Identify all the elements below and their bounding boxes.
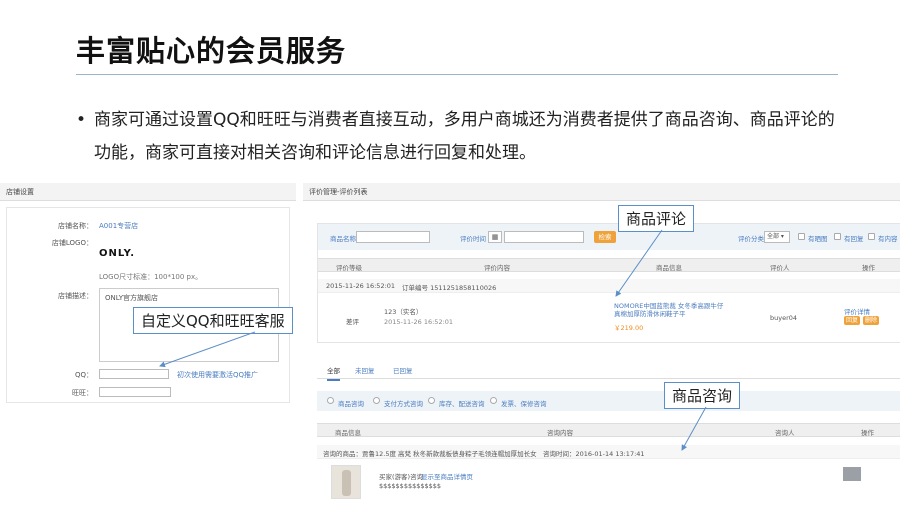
qq-label: QQ：	[74, 371, 93, 379]
review-management-screenshot: 评价管理-评价列表 商品名称 评价时间 ▦ 检索 评价分类 全部 ▾ 有晒图 有…	[303, 183, 900, 506]
tab-unreplied[interactable]: 未回复	[355, 365, 375, 375]
delete-button[interactable]: 删除	[863, 316, 879, 325]
callout-consult: 商品咨询	[664, 382, 741, 409]
logo-size-hint: LOGO尺寸标准：100*100 px。	[99, 273, 203, 281]
radio-consult-product[interactable]	[327, 397, 334, 404]
consult-table-header: 商品信息 咨询内容 咨询人 操作	[317, 423, 900, 437]
shop-logo-label: 店铺LOGO：	[51, 239, 93, 247]
shop-name-label: 店铺名称：	[58, 222, 93, 230]
review-panel: 商品名称 评价时间 ▦ 检索 评价分类 全部 ▾ 有晒图 有回复 有内容 评价等…	[317, 223, 900, 343]
thumbnail-figure	[342, 470, 351, 496]
review-category-value: 全部	[767, 233, 780, 240]
col-reviewer: 评价人	[770, 264, 790, 272]
radio-consult-invoice-label: 发票、保修咨询	[501, 400, 547, 408]
review-row: 差评 123（实名） 2015-11-26 16:52:01 NOMORE中国蓝…	[318, 294, 900, 342]
order-info-row: 2015-11-26 16:52:01 订单编号 151125185811002…	[318, 279, 900, 293]
consult-col-content: 咨询内容	[547, 429, 573, 437]
tab-replied[interactable]: 已回复	[393, 365, 413, 375]
qq-hint-link[interactable]: 初次使用需要激活QQ推广	[177, 370, 258, 380]
col-content: 评价内容	[484, 264, 510, 272]
review-grade: 差评	[346, 318, 359, 326]
wangwang-label: 旺旺：	[72, 389, 93, 397]
review-category-select[interactable]: 全部 ▾	[764, 231, 790, 243]
product-thumbnail[interactable]	[331, 465, 361, 499]
radio-consult-stock-label: 库存、配送咨询	[439, 400, 485, 408]
consult-buyer-link[interactable]: 显示至商品详情页	[421, 471, 473, 481]
shop-settings-header: 店铺设置	[0, 183, 296, 201]
reviewer-name: buyer04	[770, 314, 798, 322]
review-content-time: 2015-11-26 16:52:01	[384, 318, 454, 326]
shop-settings-screenshot: 店铺设置 店铺名称： A001专营店 店铺LOGO： ONLY. LOGO尺寸标…	[0, 183, 296, 408]
opt3-checkbox[interactable]	[868, 233, 875, 240]
calendar-icon[interactable]: ▦	[488, 231, 502, 243]
review-detail-link[interactable]: 评价详情	[844, 306, 870, 316]
shop-logo[interactable]: ONLY.	[99, 248, 135, 259]
opt2-label: 有回复	[844, 235, 864, 243]
review-product-price: ￥219.00	[614, 324, 644, 332]
callout-qq: 自定义QQ和旺旺客服	[133, 307, 293, 334]
title-divider	[76, 74, 838, 75]
consult-col-user: 咨询人	[775, 429, 795, 437]
consult-col-product: 商品信息	[335, 429, 361, 437]
scroll-thumb[interactable]	[843, 467, 861, 481]
opt2-checkbox[interactable]	[834, 233, 841, 240]
product-name-label: 商品名称	[330, 235, 356, 243]
search-button[interactable]: 检索	[594, 231, 616, 243]
opt1-checkbox[interactable]	[798, 233, 805, 240]
review-product-link[interactable]: NOMORE中国蓝熊裁 女冬季高跟牛仔真棉加厚防滑休闲鞋子平	[614, 302, 726, 318]
review-content: 123（实名）	[384, 308, 423, 316]
shop-desc-label: 店铺描述：	[58, 292, 93, 300]
review-time-label: 评价时间	[460, 235, 486, 243]
consult-question: $$$$$$$$$$$$$$$	[379, 482, 442, 490]
product-name-input[interactable]	[356, 231, 430, 243]
col-product: 商品信息	[656, 264, 682, 272]
radio-consult-payment-label: 支付方式咨询	[384, 400, 423, 408]
bullet-point: • 商家可通过设置QQ和旺旺与消费者直接互动，多用户商城还为消费者提供了商品咨询…	[76, 104, 846, 170]
review-time-input[interactable]	[504, 231, 584, 243]
consult-filter-bar: 商品咨询 支付方式咨询 库存、配送咨询 发票、保修咨询	[317, 391, 900, 411]
qq-input[interactable]	[99, 369, 169, 379]
opt1-label: 有晒图	[808, 235, 828, 243]
bullet-text: 商家可通过设置QQ和旺旺与消费者直接互动，多用户商城还为消费者提供了商品咨询、商…	[94, 110, 835, 163]
tab-all[interactable]: 全部	[327, 365, 340, 381]
order-number: 订单编号 1511251858110026	[402, 284, 497, 292]
consult-buyer-line: 买家(游客)咨询	[379, 473, 424, 481]
callout-review: 商品评论	[618, 205, 695, 232]
review-header: 评价管理-评价列表	[303, 183, 900, 201]
opt3-label: 有内容	[878, 235, 898, 243]
consult-time: 咨询时间：2016-01-14 13:17:41	[543, 450, 645, 458]
bullet-mark: •	[76, 110, 87, 130]
shop-name-value[interactable]: A001专营店	[99, 221, 138, 231]
shop-desc-value: ONLY官方旗舰店	[105, 294, 158, 302]
col-grade: 评价等级	[336, 264, 362, 272]
col-action: 操作	[862, 264, 875, 272]
shop-settings-form: 店铺名称： A001专营店 店铺LOGO： ONLY. LOGO尺寸标准：100…	[6, 207, 290, 403]
review-filter-bar: 商品名称 评价时间 ▦ 检索 评价分类 全部 ▾ 有晒图 有回复 有内容	[318, 224, 900, 250]
wangwang-input[interactable]	[99, 387, 171, 397]
radio-consult-invoice[interactable]	[490, 397, 497, 404]
consult-tabs: 全部 未回复 已回复	[317, 359, 900, 381]
consult-info-row: 咨询的商品：贾鲁12.5度 高梵 秋冬新款裁板债身粽子毛领连帽加厚加长女 咨询时…	[317, 445, 900, 459]
order-time: 2015-11-26 16:52:01	[326, 282, 396, 290]
review-table-header: 评价等级 评价内容 商品信息 评价人 操作	[318, 258, 900, 272]
radio-consult-payment[interactable]	[373, 397, 380, 404]
consult-col-action: 操作	[861, 429, 874, 437]
review-category-label: 评价分类	[738, 235, 764, 243]
consult-product-line: 咨询的商品：贾鲁12.5度 高梵 秋冬新款裁板债身粽子毛领连帽加厚加长女	[323, 450, 537, 458]
radio-consult-stock[interactable]	[428, 397, 435, 404]
radio-consult-product-label: 商品咨询	[338, 400, 364, 408]
slide-title: 丰富贴心的会员服务	[76, 34, 347, 68]
reply-button[interactable]: 回复	[844, 316, 860, 325]
